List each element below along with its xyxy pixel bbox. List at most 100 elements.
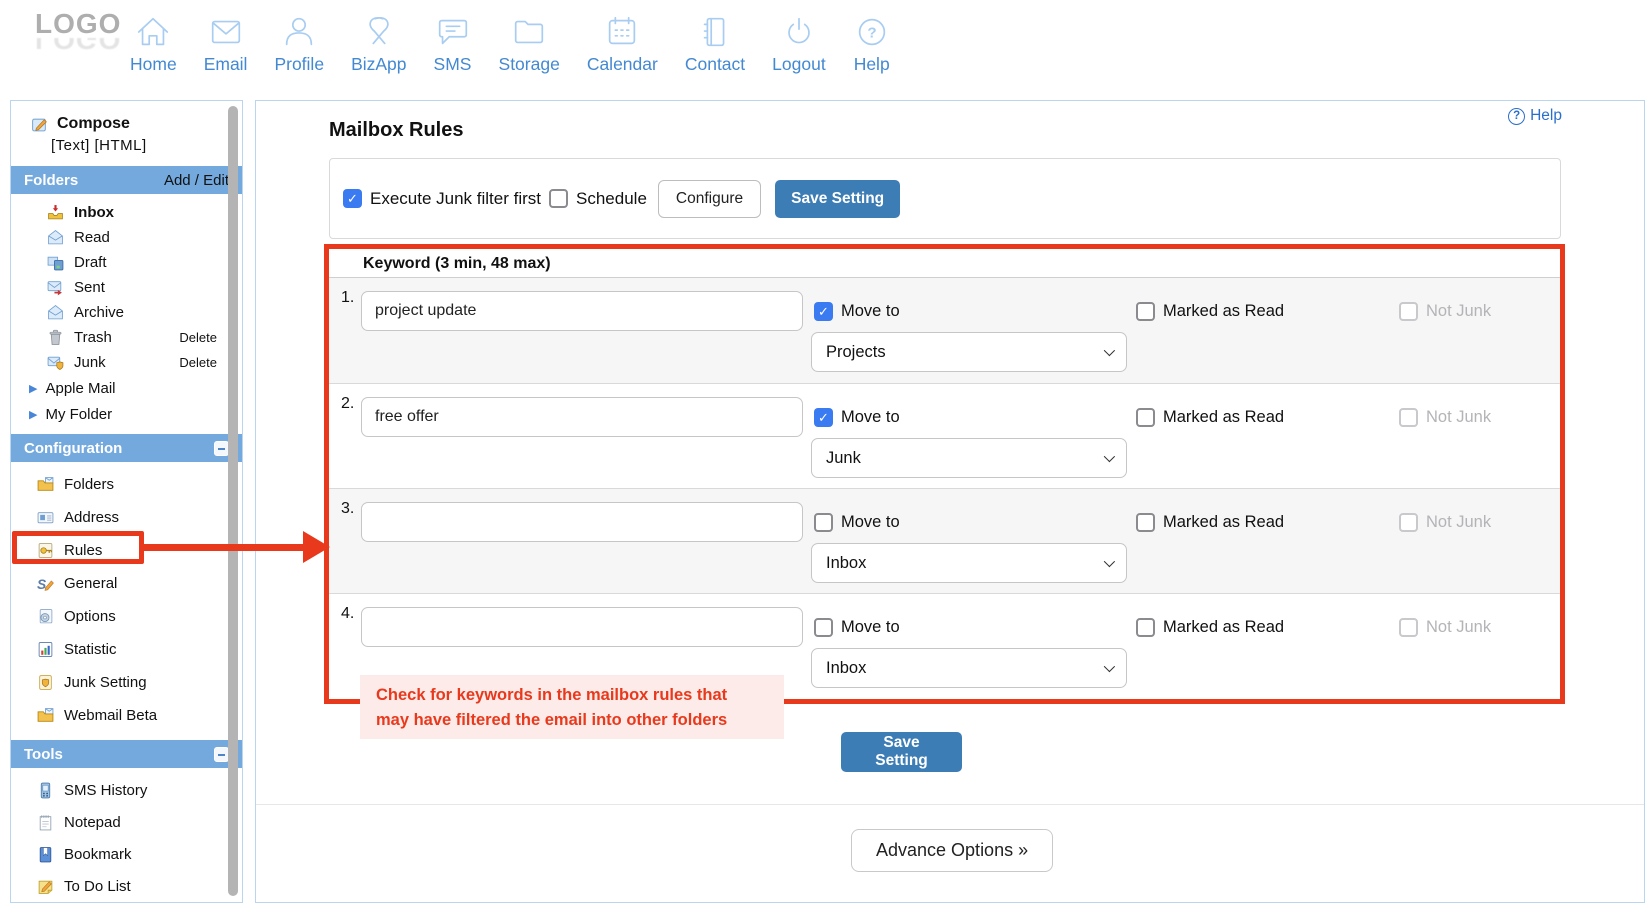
trash-delete-link[interactable]: Delete [179, 330, 217, 345]
save-setting-button-bottom[interactable]: Save Setting [841, 732, 962, 772]
sidebar-item-webmail-beta[interactable]: Webmail Beta [11, 699, 242, 732]
sidebar-item-notepad[interactable]: Notepad [11, 806, 242, 838]
sidebar-item-junk[interactable]: Junk Delete [11, 350, 242, 375]
nav-item-logout[interactable]: Logout [772, 13, 826, 75]
junk-delete-link[interactable]: Delete [179, 355, 217, 370]
move-to-checkbox[interactable] [814, 513, 833, 532]
move-to-cell: Move to [814, 513, 900, 532]
sidebar-item-junk-setting[interactable]: Junk Setting [11, 666, 242, 699]
sidebar-item-to-do-list[interactable]: To Do List [11, 870, 242, 902]
folder-list: Inbox Read Draft Sent Archive Trash Dele… [11, 200, 242, 427]
sidebar-item-compose[interactable]: Compose [31, 112, 242, 136]
move-to-folder-select[interactable]: Inbox [811, 648, 1127, 688]
sidebar-item-address[interactable]: Address [11, 501, 242, 534]
nav-item-sms[interactable]: SMS [434, 13, 472, 75]
contact-icon [696, 13, 734, 51]
sidebar-item-sms-history[interactable]: SMS History [11, 774, 242, 806]
move-to-checkbox[interactable] [814, 408, 833, 427]
sidebar-item-read[interactable]: Read [11, 225, 242, 250]
marked-as-read-checkbox[interactable] [1136, 302, 1155, 321]
compose-format-links[interactable]: [Text] [HTML] [51, 137, 242, 157]
advance-options-button[interactable]: Advance Options » [851, 829, 1053, 872]
sidebar-item-inbox[interactable]: Inbox [11, 200, 242, 225]
configure-button[interactable]: Configure [658, 180, 761, 218]
compose-icon [31, 116, 48, 133]
row-number: 1. [341, 289, 354, 307]
general-icon: S [37, 575, 54, 592]
marked-as-read-cell: Marked as Read [1136, 618, 1284, 637]
execute-junk-filter-checkbox[interactable] [343, 189, 362, 208]
keyword-input[interactable] [361, 291, 803, 331]
todo-icon [37, 878, 54, 895]
nav-item-help[interactable]: ? Help [853, 13, 891, 75]
not-junk-checkbox [1399, 408, 1418, 427]
collapse-icon[interactable] [214, 747, 229, 762]
marked-as-read-checkbox[interactable] [1136, 513, 1155, 532]
address-icon [37, 509, 54, 526]
not-junk-checkbox [1399, 618, 1418, 637]
sidebar-item-general[interactable]: S General [11, 567, 242, 600]
chevron-down-icon [1104, 556, 1115, 567]
keyword-input[interactable] [361, 397, 803, 437]
not-junk-cell: Not Junk [1399, 513, 1491, 532]
sidebar-item-statistic[interactable]: Statistic [11, 633, 242, 666]
keyword-table-header: Keyword (3 min, 48 max) [329, 249, 1560, 278]
move-to-checkbox[interactable] [814, 302, 833, 321]
add-edit-link[interactable]: Add / Edit [164, 172, 229, 189]
sidebar-item-archive[interactable]: Archive [11, 300, 242, 325]
move-to-cell: Move to [814, 302, 900, 321]
page-title: Mailbox Rules [329, 119, 463, 142]
statistic-icon [37, 641, 54, 658]
save-setting-button-top[interactable]: Save Setting [775, 180, 900, 218]
chevron-down-icon [1104, 661, 1115, 672]
logo-reflection: LOGO [35, 38, 121, 53]
nav-item-calendar[interactable]: Calendar [587, 13, 658, 75]
sidebar-item-draft[interactable]: Draft [11, 250, 242, 275]
move-to-folder-select[interactable]: Inbox [811, 543, 1127, 583]
nav-item-contact[interactable]: Contact [685, 13, 745, 75]
main-panel: ? Help Mailbox Rules Execute Junk filter… [255, 100, 1645, 903]
schedule-checkbox[interactable] [549, 189, 568, 208]
sidebar-item-rules[interactable]: Rules [11, 534, 242, 567]
nav-item-profile[interactable]: Profile [274, 13, 324, 75]
calendar-icon [603, 13, 641, 51]
row-number: 3. [341, 500, 354, 518]
sidebar-item-bookmark[interactable]: Bookmark [11, 838, 242, 870]
expand-arrow-icon: ▶ [29, 408, 37, 421]
move-to-folder-select[interactable]: Projects [811, 332, 1127, 372]
rule-row-1: 1. Move to Projects Marked as Read Not J… [329, 278, 1560, 383]
rule-row-2: 2. Move to Junk Marked as Read Not Junk [329, 383, 1560, 488]
junk-icon [47, 354, 64, 371]
nav-item-email[interactable]: Email [204, 13, 248, 75]
move-to-folder-select[interactable]: Junk [811, 438, 1127, 478]
sidebar-item-trash[interactable]: Trash Delete [11, 325, 242, 350]
nav-item-home[interactable]: Home [130, 13, 177, 75]
help-link[interactable]: ? Help [1508, 107, 1562, 125]
rule-row-3: 3. Move to Inbox Marked as Read Not Junk [329, 488, 1560, 593]
row-number: 2. [341, 395, 354, 413]
svg-text:?: ? [867, 25, 876, 42]
marked-as-read-checkbox[interactable] [1136, 408, 1155, 427]
move-to-checkbox[interactable] [814, 618, 833, 637]
not-junk-checkbox [1399, 513, 1418, 532]
sidebar-item-sent[interactable]: Sent [11, 275, 242, 300]
keyword-input[interactable] [361, 502, 803, 542]
marked-as-read-cell: Marked as Read [1136, 408, 1284, 427]
sidebar-item-folders[interactable]: Folders [11, 468, 242, 501]
nav-item-bizapp[interactable]: BizApp [351, 13, 406, 75]
collapse-icon[interactable] [214, 441, 229, 456]
home-icon [134, 13, 172, 51]
sidebar-item-options[interactable]: Options [11, 600, 242, 633]
sidebar-group-my-folder[interactable]: ▶ My Folder [11, 401, 242, 427]
logout-icon [780, 13, 818, 51]
chevron-down-icon [1104, 451, 1115, 462]
main-nav: Home Email Profile BizApp SMS Storage Ca… [130, 13, 891, 75]
inbox-icon [47, 204, 64, 221]
keyword-rules-table: Keyword (3 min, 48 max) 1. Move to Proje… [324, 244, 1565, 704]
marked-as-read-checkbox[interactable] [1136, 618, 1155, 637]
nav-item-storage[interactable]: Storage [499, 13, 560, 75]
sidebar-scrollbar[interactable] [228, 106, 238, 896]
sidebar-group-apple-mail[interactable]: ▶ Apple Mail [11, 375, 242, 401]
keyword-input[interactable] [361, 607, 803, 647]
move-to-cell: Move to [814, 618, 900, 637]
